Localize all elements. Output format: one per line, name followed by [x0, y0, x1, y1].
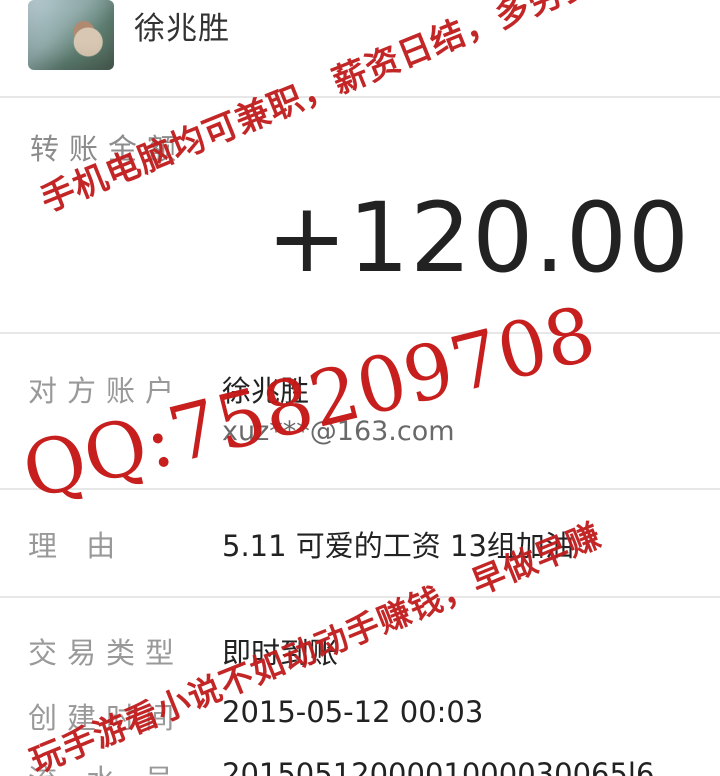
created-time-label: 创建时间 — [28, 701, 185, 735]
amount-label: 转账金额 — [30, 132, 187, 166]
avatar[interactable] — [28, 0, 114, 70]
counterparty-label: 对方账户 — [28, 374, 185, 408]
details-section: 对方账户 徐兆胜 xuz***@163.com 理 由 5.11 可爱的工资 1… — [0, 334, 720, 776]
transaction-type-label: 交易类型 — [28, 636, 185, 670]
reason-row: 理 由 5.11 可爱的工资 13组加油 — [0, 490, 720, 594]
created-time-value: 2015-05-12 00:03 — [222, 695, 484, 729]
transaction-info: 交易类型 即时到账 创建时间 2015-05-12 00:03 流 水 号 20… — [0, 598, 720, 776]
amount-value: +120.00 — [266, 182, 690, 294]
payer-name: 徐兆胜 — [134, 11, 230, 47]
serial-number-value: 2015051200001000030065l6 — [222, 757, 655, 776]
counterparty-row: 对方账户 徐兆胜 xuz***@163.com — [0, 334, 720, 488]
transaction-type-value: 即时到账 — [222, 636, 339, 670]
transfer-detail-page: 徐兆胜 转账金额 +120.00 对方账户 徐兆胜 xuz***@163.com… — [0, 0, 720, 776]
reason-value: 5.11 可爱的工资 13组加油 — [222, 529, 574, 563]
serial-number-label: 流 水 号 — [28, 757, 183, 776]
reason-label: 理 由 — [28, 529, 126, 563]
transfer-card: 徐兆胜 转账金额 +120.00 对方账户 徐兆胜 xuz***@163.com… — [0, 0, 720, 776]
counterparty-email: xuz***@163.com — [222, 416, 455, 447]
amount-section: 转账金额 +120.00 — [0, 98, 720, 332]
payer-header: 徐兆胜 — [0, 0, 720, 96]
counterparty-name: 徐兆胜 — [222, 374, 310, 408]
